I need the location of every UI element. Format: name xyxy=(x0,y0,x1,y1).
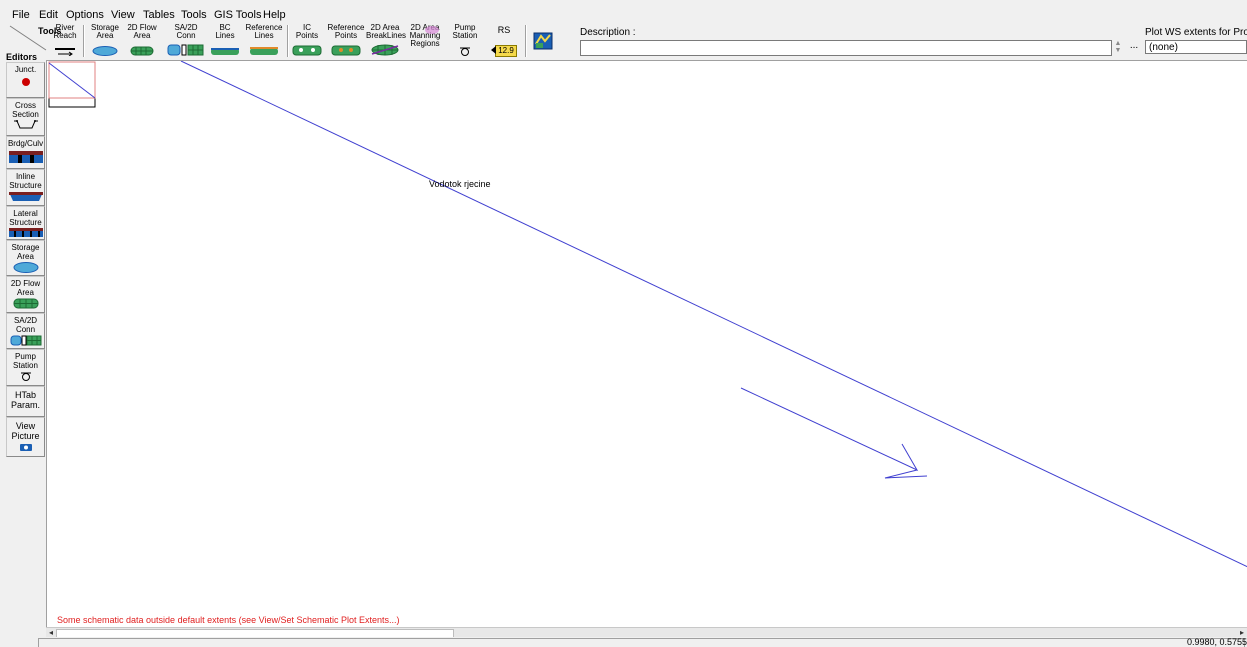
sa-2d-conn-button[interactable]: SA/2D Conn xyxy=(165,24,207,58)
sa-2d-conn-label: SA/2D Conn xyxy=(174,23,198,40)
editors-label: Editors xyxy=(6,52,38,62)
storage-area-editor-button[interactable]: Storage Area xyxy=(6,240,45,276)
rs-label: RS xyxy=(497,25,511,35)
ic-points-label: IC Points xyxy=(295,23,319,40)
view-picture-label: View Picture xyxy=(11,421,40,441)
description-label: Description : xyxy=(580,27,636,38)
junction-icon xyxy=(21,77,30,86)
menu-help[interactable]: Help xyxy=(263,9,286,22)
river-reach-icon xyxy=(55,48,75,56)
bc-lines-button[interactable]: BC Lines xyxy=(208,24,242,58)
ellipsis-button[interactable]: ... xyxy=(1127,40,1141,54)
sa-2d-conn-editor-label: SA/2D Conn xyxy=(13,316,38,334)
view-picture-button[interactable]: View Picture xyxy=(6,417,45,457)
manning-regions-icon xyxy=(425,26,439,34)
breaklines-icon xyxy=(371,44,399,56)
menu-gis-tools[interactable]: GIS Tools xyxy=(214,9,262,22)
sa-2d-conn-icon xyxy=(167,44,204,56)
inline-structure-icon xyxy=(8,192,43,201)
map-layers-button[interactable] xyxy=(530,24,558,58)
pump-station-editor-label: Pump Station xyxy=(13,352,38,370)
manning-regions-button[interactable]: 2D Area Manning Regions xyxy=(406,24,444,58)
breaklines-label: 2D Area BreakLines xyxy=(366,23,407,40)
menu-file[interactable]: File xyxy=(12,9,30,22)
cross-section-icon xyxy=(13,120,38,129)
map-layers-icon xyxy=(533,32,553,50)
storage-area-editor-label: Storage Area xyxy=(11,243,40,261)
junction-button[interactable]: Junct. xyxy=(6,62,45,98)
lateral-structure-label: Lateral Structure xyxy=(9,209,42,227)
schematic-canvas[interactable]: Vodotok rjecine Some schematic data outs… xyxy=(46,60,1247,628)
htab-param-button[interactable]: HTab Param. xyxy=(6,386,45,417)
bridge-culvert-button[interactable]: Brdg/Culv xyxy=(6,136,45,169)
storage-area-button[interactable]: Storage Area xyxy=(88,24,122,58)
ic-points-icon xyxy=(292,45,322,56)
2d-flow-area-button[interactable]: 2D Flow Area xyxy=(127,24,157,58)
storage-area-icon xyxy=(13,262,38,273)
description-input[interactable] xyxy=(580,40,1112,56)
reference-lines-button[interactable]: Reference Lines xyxy=(244,24,284,58)
storage-area-icon xyxy=(92,46,118,56)
toolbar-separator xyxy=(525,25,527,57)
bridge-culvert-label: Brdg/Culv xyxy=(7,140,44,148)
menu-edit[interactable]: Edit xyxy=(39,9,58,22)
toolbar-separator xyxy=(83,25,85,57)
extents-warning: Some schematic data outside default exte… xyxy=(57,615,400,625)
reference-lines-icon xyxy=(250,47,278,55)
menu-options[interactable]: Options xyxy=(66,9,104,22)
river-reach-button[interactable]: River Reach xyxy=(52,24,78,58)
rs-icon: 12.9 xyxy=(491,44,517,57)
plot-ws-select[interactable]: (none) xyxy=(1145,40,1247,54)
2d-flow-area-icon xyxy=(130,46,154,56)
2d-flow-area-editor-label: 2D Flow Area xyxy=(10,279,41,297)
reference-points-button[interactable]: Reference Points xyxy=(327,24,365,58)
cross-section-button[interactable]: Cross Section xyxy=(6,98,45,136)
menu-bar: File Edit Options View Tables Tools GIS … xyxy=(0,0,1247,22)
toolbar-separator xyxy=(287,25,289,57)
2d-flow-area-label: 2D Flow Area xyxy=(127,23,157,40)
menu-tools[interactable]: Tools xyxy=(181,9,207,22)
ic-points-button[interactable]: IC Points xyxy=(290,24,324,58)
reference-points-label: Reference Points xyxy=(327,23,365,40)
toolbar: Tools Editors River Reach Storage Area 2… xyxy=(0,22,1247,62)
htab-param-label: HTab Param. xyxy=(10,390,40,410)
menu-view[interactable]: View xyxy=(111,9,135,22)
lateral-structure-icon xyxy=(8,228,43,237)
inline-structure-label: Inline Structure xyxy=(9,172,42,190)
river-reach-label: River Reach xyxy=(53,23,77,40)
lateral-structure-button[interactable]: Lateral Structure xyxy=(6,206,45,240)
river-reach-line[interactable] xyxy=(180,61,1247,568)
schematic-drawing xyxy=(48,61,1247,568)
cross-section-label: Cross Section xyxy=(12,101,39,119)
menu-tables[interactable]: Tables xyxy=(143,9,175,22)
sa-2d-conn-editor-button[interactable]: SA/2D Conn xyxy=(6,313,45,349)
2d-flow-area-icon xyxy=(13,298,38,309)
bc-lines-label: BC Lines xyxy=(215,23,235,40)
2d-flow-area-editor-button[interactable]: 2D Flow Area xyxy=(6,276,45,313)
bridge-culvert-icon xyxy=(8,150,43,163)
sa-2d-conn-icon xyxy=(10,335,41,346)
bc-lines-icon xyxy=(211,48,239,55)
reach-label: Vodotok rjecine xyxy=(429,179,491,189)
pump-station-button[interactable]: Pump Station xyxy=(450,24,480,58)
description-spinner[interactable]: ▲ ▼ xyxy=(1112,40,1124,56)
breaklines-button[interactable]: 2D Area BreakLines xyxy=(366,23,407,58)
pump-station-label: Pump Station xyxy=(452,23,478,40)
junction-label: Junct. xyxy=(14,65,37,74)
status-bar: 0.9980, 0.5755 xyxy=(0,637,1247,647)
plot-ws-label: Plot WS extents for Profile xyxy=(1145,27,1247,38)
rs-value: 12.9 xyxy=(495,45,517,57)
reference-lines-label: Reference Lines xyxy=(245,23,283,40)
inline-structure-button[interactable]: Inline Structure xyxy=(6,169,45,206)
pump-station-editor-button[interactable]: Pump Station xyxy=(6,349,45,386)
storage-area-label: Storage Area xyxy=(90,23,120,40)
reference-points-icon xyxy=(331,45,361,56)
pump-station-icon xyxy=(460,47,470,56)
camera-icon xyxy=(19,444,32,451)
pump-station-icon xyxy=(20,372,31,381)
overview-reach xyxy=(48,62,96,99)
rs-button[interactable]: RS 12.9 xyxy=(486,24,522,58)
